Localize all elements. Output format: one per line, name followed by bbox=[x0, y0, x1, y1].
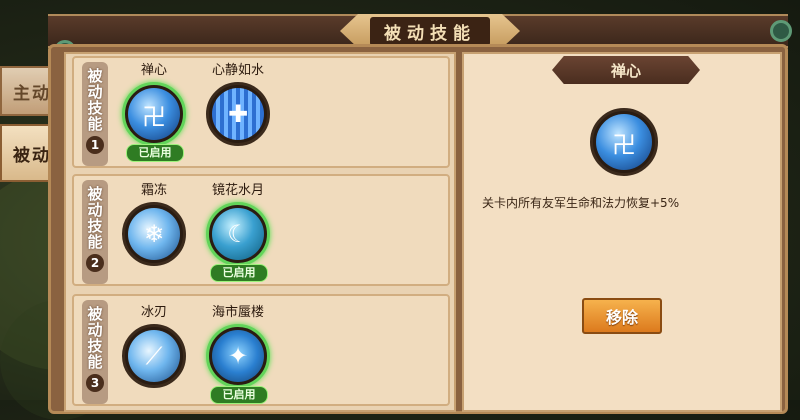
detail-title: 禅心 bbox=[552, 56, 700, 84]
zen-swirl-icon: 卍 bbox=[590, 108, 658, 176]
skill-name: 心静如水 bbox=[211, 63, 264, 78]
tab-active-skills-label: 主动 bbox=[13, 83, 51, 104]
skill-name: 冰刃 bbox=[140, 305, 167, 320]
mirage-icon[interactable]: ✦ bbox=[206, 324, 270, 388]
group-number-badge: 3 bbox=[86, 374, 104, 392]
snowflake-icon[interactable]: ❄ bbox=[122, 202, 186, 266]
group-number-badge: 1 bbox=[86, 136, 104, 154]
detail-title-text: 禅心 bbox=[610, 61, 641, 80]
skill-slot[interactable]: 海市蜃楼 ✦ 已启用 bbox=[198, 304, 278, 404]
enabled-badge: 已启用 bbox=[210, 386, 268, 404]
enabled-badge: 已启用 bbox=[126, 144, 184, 162]
window-title: 被动技能 bbox=[340, 14, 520, 48]
skill-name: 霜冻 bbox=[140, 183, 167, 198]
remove-button-label: 移除 bbox=[605, 308, 638, 327]
skill-slot[interactable]: 冰刃 ⟋ bbox=[114, 304, 194, 388]
corner-ornament-icon bbox=[770, 20, 792, 42]
group-label-text: 被动技能 bbox=[85, 186, 104, 250]
window-title-text: 被动技能 bbox=[370, 16, 490, 46]
group-label: 被动技能 3 bbox=[82, 300, 108, 404]
group-label-text: 被动技能 bbox=[85, 68, 104, 132]
skill-detail-panel bbox=[462, 52, 782, 412]
zen-swirl-icon[interactable]: 卍 bbox=[122, 82, 186, 146]
group-number-badge: 2 bbox=[86, 254, 104, 272]
skill-group-3: 被动技能 3 冰刃 ⟋ 海市蜃楼 ✦ 已启用 bbox=[72, 294, 450, 406]
skill-name: 镜花水月 bbox=[211, 183, 264, 198]
skill-slot[interactable]: 镜花水月 ☾ 已启用 bbox=[198, 182, 278, 282]
skill-group-1: 被动技能 1 禅心 卍 已启用 心静如水 ✚ bbox=[72, 56, 450, 168]
skill-group-2: 被动技能 2 霜冻 ❄ 镜花水月 ☾ 已启用 bbox=[72, 174, 450, 286]
group-label: 被动技能 2 bbox=[82, 180, 108, 284]
ice-blade-icon[interactable]: ⟋ bbox=[122, 324, 186, 388]
skill-slot[interactable]: 禅心 卍 已启用 bbox=[114, 62, 194, 162]
mirror-moon-icon[interactable]: ☾ bbox=[206, 202, 270, 266]
skill-name: 禅心 bbox=[140, 63, 167, 78]
enabled-badge: 已启用 bbox=[210, 264, 268, 282]
group-label-text: 被动技能 bbox=[85, 306, 104, 370]
skill-description: 关卡内所有友军生命和法力恢复+5% bbox=[482, 196, 680, 210]
skill-slot[interactable]: 心静如水 ✚ bbox=[198, 62, 278, 146]
group-label: 被动技能 1 bbox=[82, 62, 108, 166]
remove-button[interactable]: 移除 bbox=[582, 298, 662, 334]
skill-slot[interactable]: 霜冻 ❄ bbox=[114, 182, 194, 266]
water-cross-icon[interactable]: ✚ bbox=[206, 82, 270, 146]
skill-name: 海市蜃楼 bbox=[211, 305, 264, 320]
tab-passive-skills-label: 被动 bbox=[13, 145, 51, 166]
